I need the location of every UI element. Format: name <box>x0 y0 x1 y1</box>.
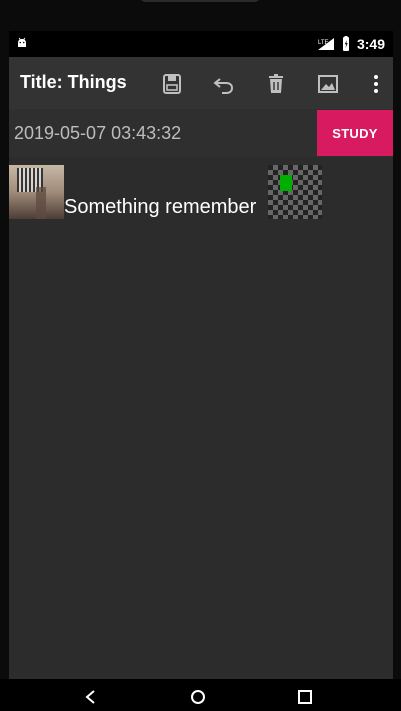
more-options-icon[interactable] <box>364 72 388 96</box>
item-image[interactable] <box>9 165 64 219</box>
item-preview[interactable] <box>268 165 322 219</box>
status-bar: LTE 3:49 <box>9 31 393 57</box>
save-icon[interactable] <box>160 72 184 96</box>
content-header: 2019-05-07 03:43:32 STUDY <box>9 109 393 157</box>
undo-icon[interactable] <box>212 72 236 96</box>
navigation-bar <box>0 679 401 704</box>
image-icon[interactable] <box>316 72 340 96</box>
device-speaker <box>140 0 260 2</box>
battery-icon <box>342 36 349 51</box>
recent-apps-icon[interactable] <box>296 688 314 706</box>
signal-icon: LTE <box>317 38 334 50</box>
green-indicator <box>280 175 292 191</box>
item-text: Something remember <box>64 196 257 218</box>
delete-icon[interactable] <box>264 72 288 96</box>
page-title: Title: Things <box>20 72 127 92</box>
android-notification-icon <box>15 37 29 51</box>
status-icons: LTE 3:49 <box>317 35 385 53</box>
list-item[interactable]: Something remember <box>9 165 393 221</box>
study-button[interactable]: STUDY <box>317 110 393 156</box>
home-icon[interactable] <box>189 688 207 706</box>
date-text: 2019-05-07 03:43:32 <box>14 123 182 143</box>
svg-text:LTE: LTE <box>318 40 329 46</box>
app-screen: LTE 3:49 Title: Things 2019-05-07 03:43:… <box>9 31 393 679</box>
back-icon[interactable] <box>82 688 100 706</box>
app-bar: Title: Things <box>9 57 393 109</box>
clock: 3:49 <box>356 36 385 52</box>
